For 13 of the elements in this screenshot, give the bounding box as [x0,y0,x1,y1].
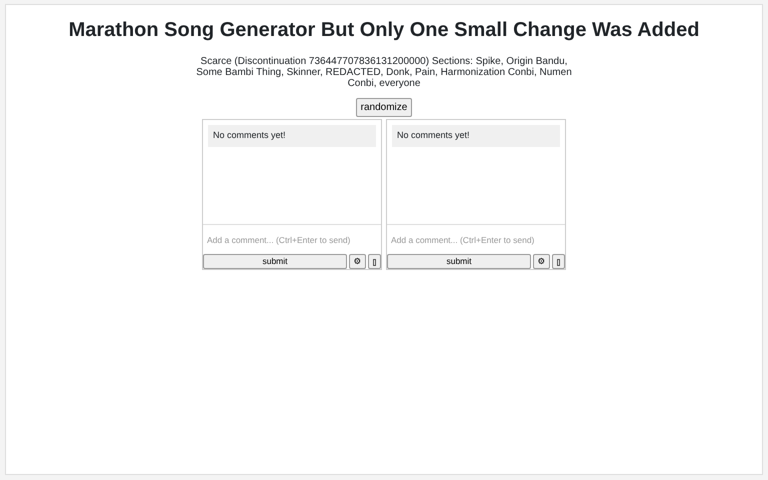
submit-button[interactable]: submit [203,254,347,269]
empty-comments-message: No comments yet! [392,125,560,146]
box-icon [557,258,560,266]
box-button[interactable] [552,254,565,269]
description-text: Scarce (Discontinuation 736447707836131200000) Sections: Spike, Origin Bandu, Some Bambi Thing, Skinner, REDACTED, Donk, Pain, Harmonization Conbi, Numen Conbi, everyone [195,56,573,89]
settings-button[interactable]: ⚙ [349,254,366,269]
box-button[interactable] [368,254,381,269]
page-title: Marathon Song Generator But Only One Small Change Was Added [68,18,700,42]
empty-comments-message: No comments yet! [208,125,376,146]
settings-button[interactable]: ⚙ [533,254,550,269]
randomize-button[interactable]: randomize [356,98,412,117]
box-icon [373,258,376,266]
submit-button[interactable]: submit [387,254,531,269]
